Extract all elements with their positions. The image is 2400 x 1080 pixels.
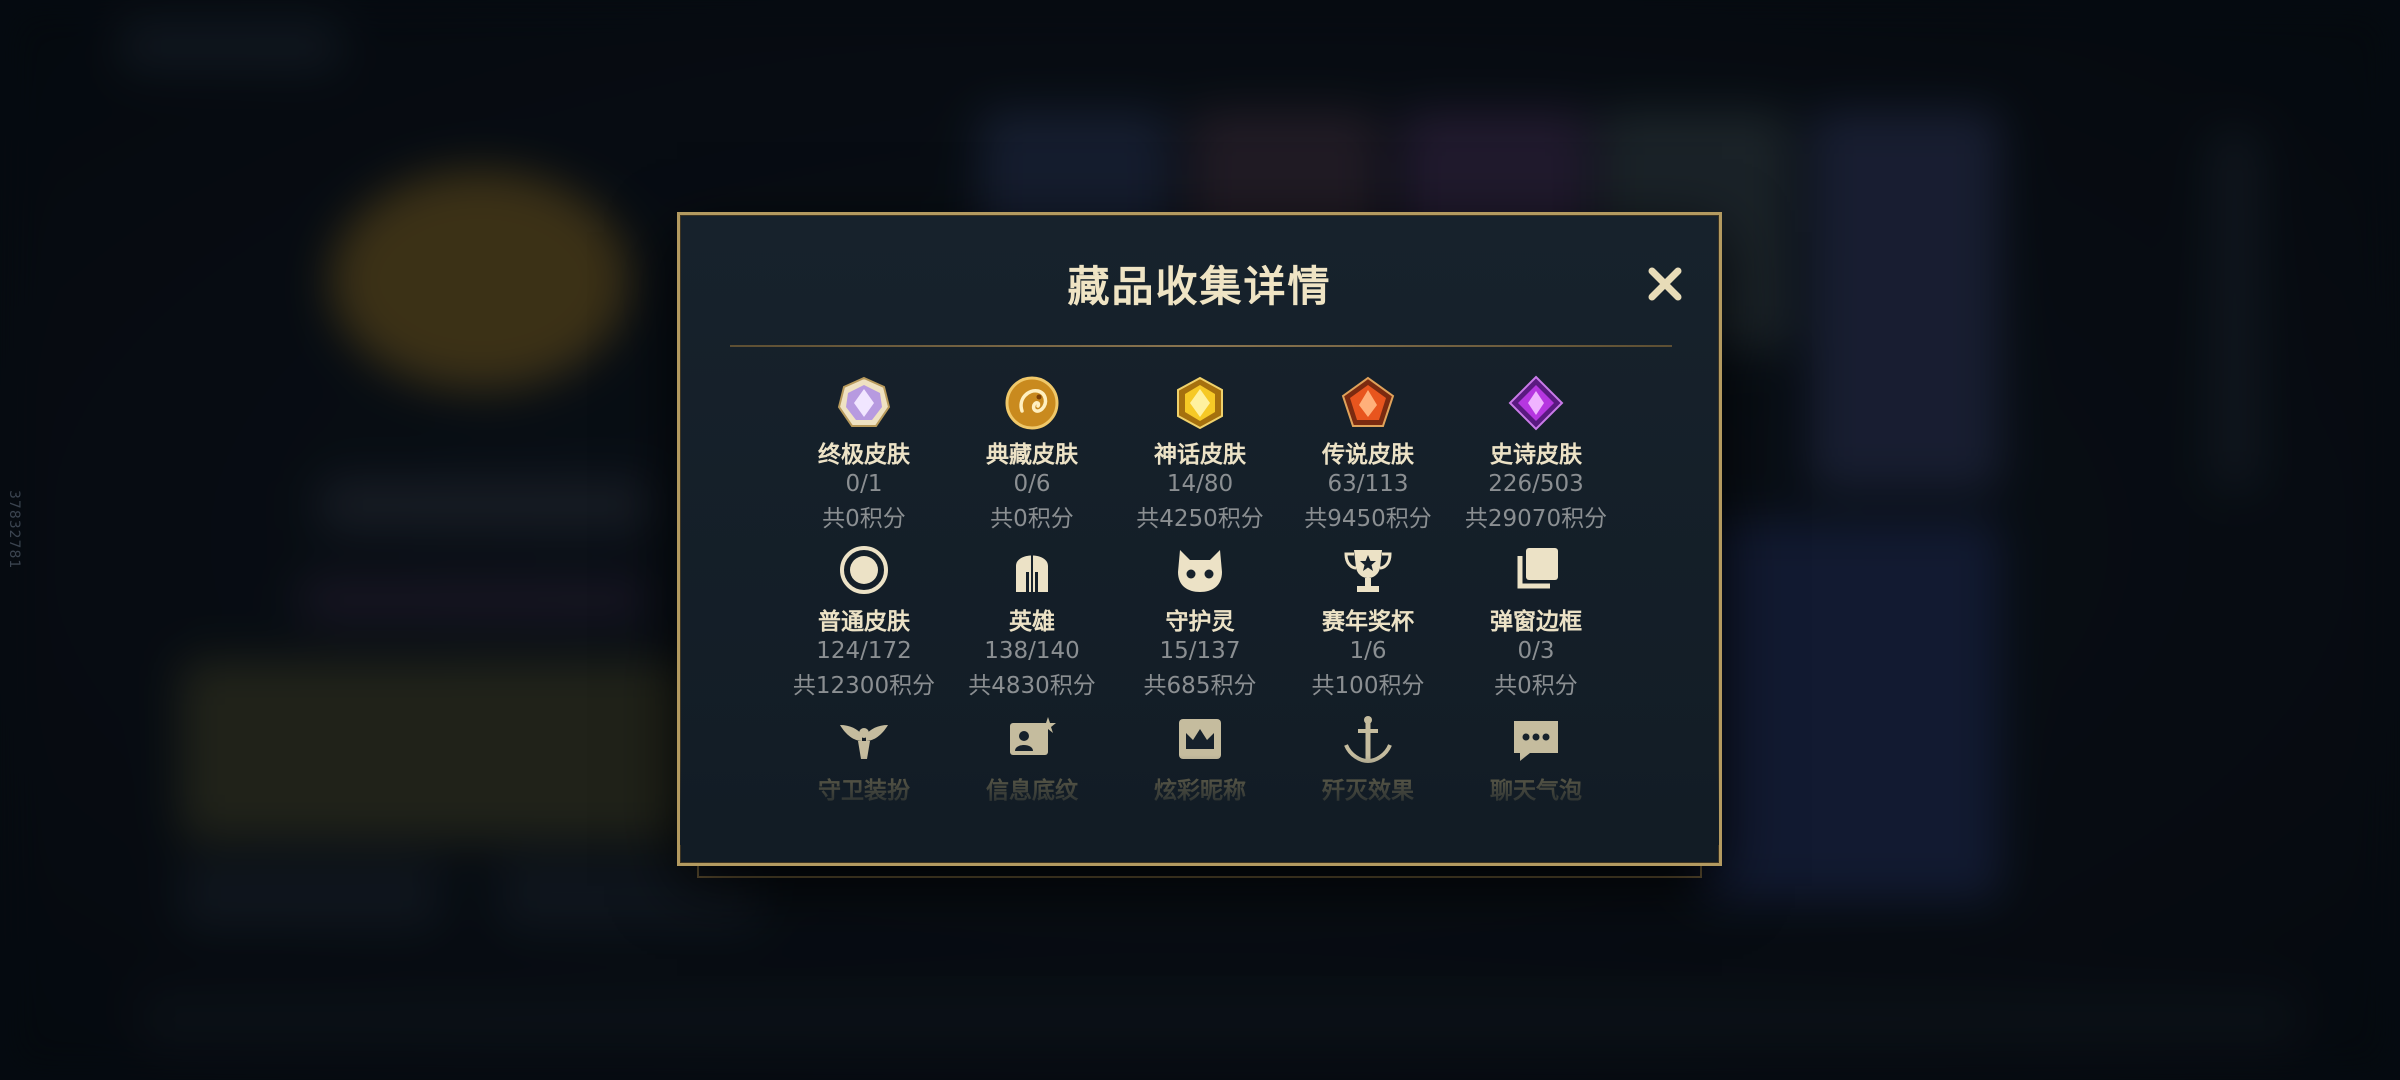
sword-icon (1340, 711, 1396, 767)
category-season-trophy[interactable]: 赛年奖杯 1/6 共100积分 (1284, 542, 1452, 700)
modal-title: 藏品收集详情 (1067, 262, 1332, 311)
stacked-frames-icon (1508, 542, 1564, 598)
category-collector-skin[interactable]: 典藏皮肤 0/6 共0积分 (948, 375, 1116, 533)
category-guardian[interactable]: 守护灵 15/137 共685积分 (1116, 542, 1284, 700)
category-elimination-effect[interactable]: 歼灭效果 (1284, 711, 1452, 805)
category-epic-skin[interactable]: 史诗皮肤 226/503 共29070积分 (1452, 375, 1620, 533)
purple-gem-icon (1508, 375, 1564, 431)
helmet-icon (1004, 542, 1060, 598)
close-button[interactable] (1638, 257, 1692, 311)
profile-card-icon (1004, 711, 1060, 767)
ring-icon (836, 542, 892, 598)
category-colorful-nickname[interactable]: 炫彩昵称 (1116, 711, 1284, 805)
category-legendary-skin[interactable]: 传说皮肤 63/113 共9450积分 (1284, 375, 1452, 533)
ultimate-gem-icon (836, 375, 892, 431)
collection-details-modal: 藏品收集详情 终极皮肤 0/1 共0积分 典藏皮肤 0/6 共0积分 神话皮肤 … (677, 212, 1722, 866)
category-champion[interactable]: 英雄 138/140 共4830积分 (948, 542, 1116, 700)
category-mythic-skin[interactable]: 神话皮肤 14/80 共4250积分 (1116, 375, 1284, 533)
category-normal-skin[interactable]: 普通皮肤 124/172 共12300积分 (780, 542, 948, 700)
category-ultimate-skin[interactable]: 终极皮肤 0/1 共0积分 (780, 375, 948, 533)
gold-gem-icon (1172, 375, 1228, 431)
dragon-emblem-icon (1004, 375, 1060, 431)
title-divider (730, 345, 1672, 347)
category-popup-frame[interactable]: 弹窗边框 0/3 共0积分 (1452, 542, 1620, 700)
category-chat-bubble[interactable]: 聊天气泡 (1452, 711, 1620, 805)
category-ward-skin[interactable]: 守卫装扮 (780, 711, 948, 805)
close-icon[interactable] (1638, 257, 1692, 311)
winged-ward-icon (836, 711, 892, 767)
side-id-text: 37832781 (6, 490, 22, 570)
crown-frame-icon (1172, 711, 1228, 767)
trophy-icon (1340, 542, 1396, 598)
chat-bubble-icon (1508, 711, 1564, 767)
category-profile-banner[interactable]: 信息底纹 (948, 711, 1116, 805)
guardian-face-icon (1172, 542, 1228, 598)
orange-gem-icon (1340, 375, 1396, 431)
modal-bottom-edge (697, 866, 1702, 878)
